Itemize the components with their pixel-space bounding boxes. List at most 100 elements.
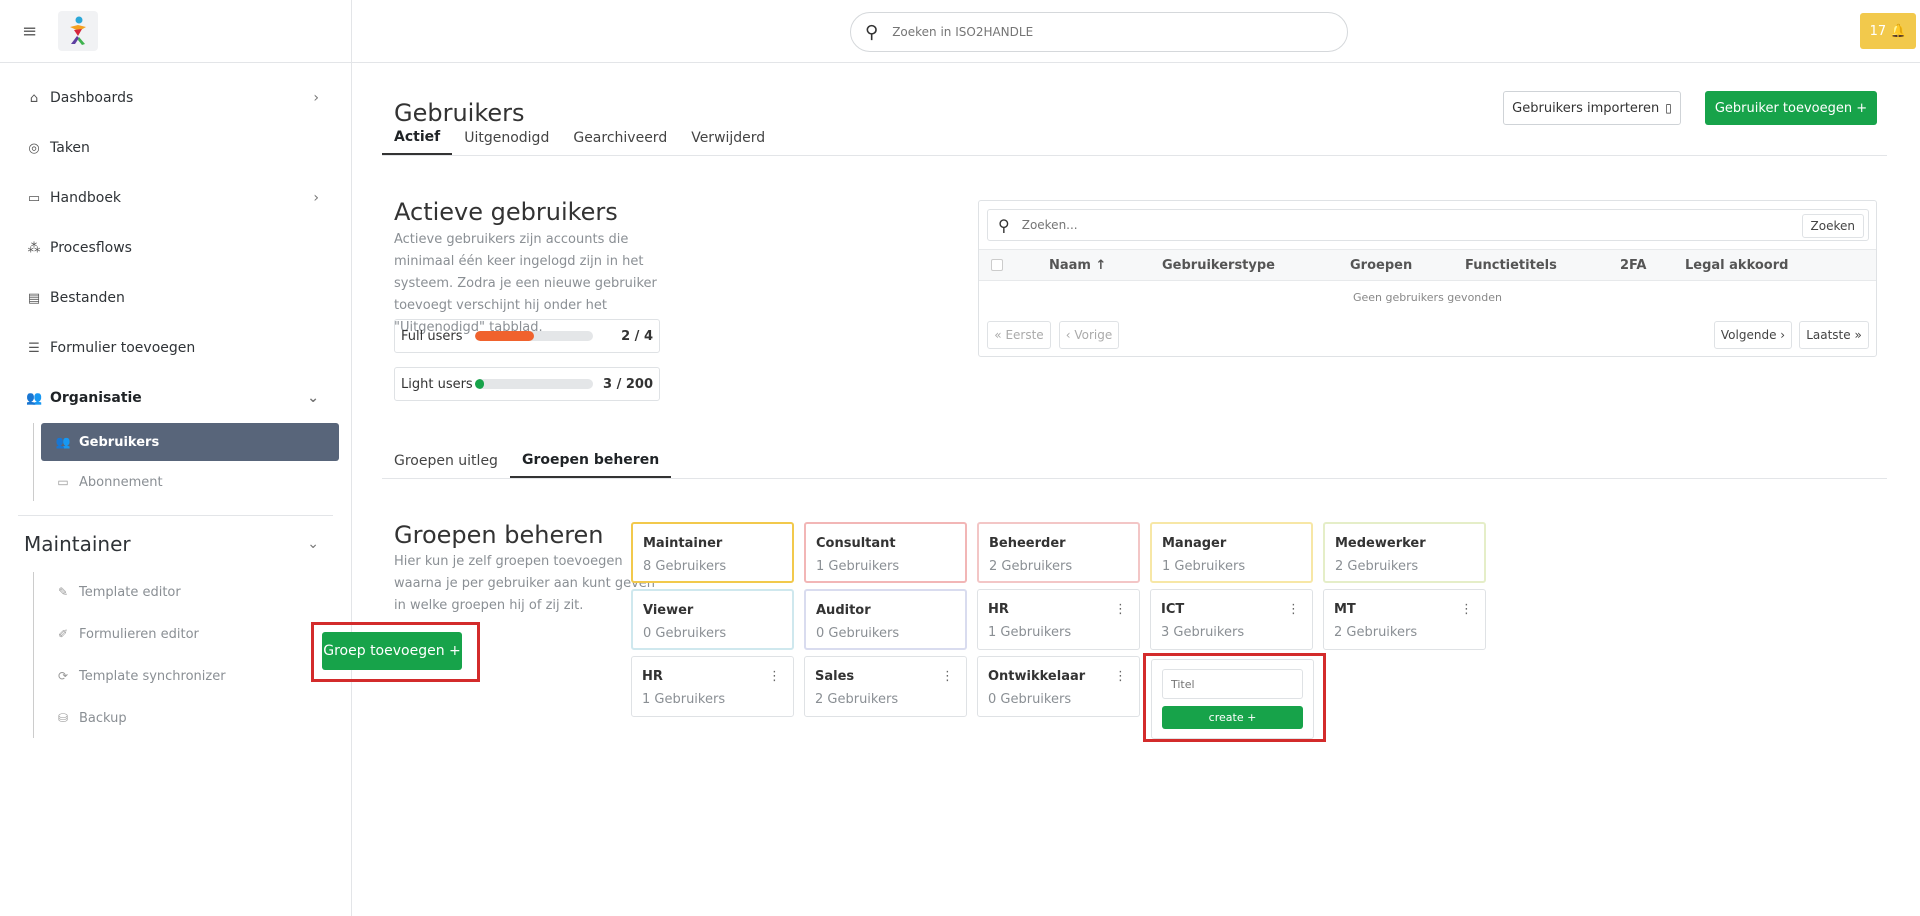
sidebar-nav: ⌂ Dashboards › ◎ Taken ▭ Handboek › ⁂ Pr… [0,63,351,738]
group-menu-icon[interactable]: ⋮ [1114,669,1127,684]
add-user-button[interactable]: Gebruiker toevoegen + [1705,91,1877,125]
group-menu-icon[interactable]: ⋮ [1460,602,1473,617]
group-card[interactable]: MT 2 Gebruikers ⋮ [1323,589,1486,650]
sidebar-section-maintainer[interactable]: Maintainer ⌄ [0,516,351,572]
group-name: Auditor [816,603,871,618]
organisatie-subnav: 👥 Gebruikers ▭ Abonnement [33,423,351,501]
group-name: HR [988,602,1009,617]
first-page-button[interactable]: « Eerste [987,321,1051,349]
tab-verwijderd[interactable]: Verwijderd [679,121,777,155]
edit-form-icon: ✐ [57,627,69,641]
sidebar-section-title: Maintainer [24,532,131,556]
column-naam[interactable]: Naam ↑ [1049,258,1106,273]
group-member-count: 1 Gebruikers [988,625,1072,640]
group-name: Viewer [643,603,694,618]
notifications-button[interactable]: 17 🔔 [1860,13,1916,49]
sidebar-item-label: Bestanden [50,290,125,306]
sidebar-item-label: Procesflows [50,240,132,256]
sidebar-item-gebruikers[interactable]: 👥 Gebruikers [41,423,339,461]
sidebar-item-formulier-toevoegen[interactable]: ☰ Formulier toevoegen [0,323,351,373]
import-users-button[interactable]: Gebruikers importeren ▯ [1503,91,1681,125]
group-card[interactable]: Sales 2 Gebruikers ⋮ [804,656,967,717]
tab-actief[interactable]: Actief [382,121,453,155]
last-page-button[interactable]: Laatste » [1799,321,1869,349]
group-card[interactable]: HR 1 Gebruikers ⋮ [977,589,1140,650]
group-card[interactable]: Manager 1 Gebruikers [1150,522,1313,583]
group-card[interactable]: Ontwikkelaar 0 Gebruikers ⋮ [977,656,1140,717]
full-users-bar [475,331,593,341]
group-menu-icon[interactable]: ⋮ [941,669,954,684]
search-icon: ⚲ [865,21,879,43]
tab-gearchiveerd[interactable]: Gearchiveerd [561,121,679,155]
group-member-count: 1 Gebruikers [816,559,900,574]
column-groepen[interactable]: Groepen [1350,258,1412,273]
sidebar-item-template-editor[interactable]: ✎ Template editor [41,572,351,612]
check-circle-icon: ◎ [28,140,40,156]
folder-icon: ▤ [27,290,41,306]
home-icon: ⌂ [29,90,39,106]
tab-groepen-beheren[interactable]: Groepen beheren [509,444,672,478]
topbar: ⚲ 17 🔔 [352,0,1920,63]
sidebar-item-formulieren-editor[interactable]: ✐ Formulieren editor [41,614,351,654]
group-name: Ontwikkelaar [988,669,1086,684]
column-functietitels[interactable]: Functietitels [1465,258,1557,273]
highlight-new-group [1143,653,1326,742]
sidebar-item-label: Taken [50,140,90,156]
users-icon: 👥 [55,435,71,449]
sidebar-item-organisatie[interactable]: 👥 Organisatie ⌄ [0,373,351,423]
group-name: Manager [1162,536,1227,551]
table-header: Naam ↑ Gebruikerstype Groepen Functietit… [979,249,1876,281]
table-search-input[interactable] [1021,218,1802,232]
sidebar-item-bestanden[interactable]: ▤ Bestanden [0,273,351,323]
group-menu-icon[interactable]: ⋮ [768,669,781,684]
chevron-right-icon: › [313,190,319,206]
sidebar-item-label: Organisatie [50,390,142,406]
group-menu-icon[interactable]: ⋮ [1114,602,1127,617]
sidebar-item-label: Formulier toevoegen [50,340,196,356]
full-users-count: 2 / 4 [621,328,653,344]
sidebar-item-handboek[interactable]: ▭ Handboek › [0,173,351,223]
sidebar-item-backup[interactable]: ⛁ Backup [41,698,351,738]
sidebar-item-template-synchronizer[interactable]: ⟳ Template synchronizer [41,656,351,696]
group-card[interactable]: Medewerker 2 Gebruikers [1323,522,1486,583]
tab-uitgenodigd[interactable]: Uitgenodigd [452,121,561,155]
global-search-input[interactable] [892,25,1293,39]
light-users-label: Light users [401,376,473,392]
group-card[interactable]: Consultant 1 Gebruikers [804,522,967,583]
group-card[interactable]: ICT 3 Gebruikers ⋮ [1150,589,1313,650]
book-icon: ▭ [27,190,41,206]
previous-page-button[interactable]: ‹ Vorige [1059,321,1119,349]
column-2fa[interactable]: 2FA [1620,258,1647,273]
sidebar-item-procesflows[interactable]: ⁂ Procesflows [0,223,351,273]
sidebar-item-dashboards[interactable]: ⌂ Dashboards › [0,73,351,123]
group-menu-icon[interactable]: ⋮ [1287,602,1300,617]
logo-figure-icon [70,16,86,45]
flow-icon: ⁂ [27,240,41,256]
app-logo[interactable] [58,11,98,51]
tab-groepen-uitleg[interactable]: Groepen uitleg [382,444,510,478]
group-card[interactable]: Viewer 0 Gebruikers [631,589,794,650]
sidebar-item-taken[interactable]: ◎ Taken [0,123,351,173]
next-page-button[interactable]: Volgende › [1714,321,1792,349]
table-search-button[interactable]: Zoeken [1801,214,1864,238]
group-name: Maintainer [643,536,723,551]
select-all-checkbox[interactable] [991,259,1003,271]
user-status-tabs: Actief Uitgenodigd Gearchiveerd Verwijde… [382,121,1887,156]
group-card[interactable]: Maintainer 8 Gebruikers [631,522,794,583]
money-icon: ▭ [57,475,69,489]
sidebar-item-label: Backup [79,710,127,726]
group-card[interactable]: Auditor 0 Gebruikers [804,589,967,650]
group-card[interactable]: Beheerder 2 Gebruikers [977,522,1140,583]
sidebar-item-abonnement[interactable]: ▭ Abonnement [41,463,351,501]
light-users-bar-fill [475,379,485,389]
column-legal-akkoord[interactable]: Legal akkoord [1685,258,1788,273]
sync-icon: ⟳ [57,669,69,683]
column-gebruikerstype[interactable]: Gebruikerstype [1162,258,1275,273]
global-search[interactable]: ⚲ [850,12,1348,52]
hamburger-menu-icon[interactable]: ≡ [22,21,42,42]
group-name: ICT [1161,602,1185,617]
sidebar: ≡ ⌂ Dashboards › ◎ Taken ▭ Handboek › ⁂ … [0,0,352,916]
sidebar-item-label: Formulieren editor [79,626,199,642]
users-table: ⚲ Zoeken Naam ↑ Gebruikerstype Groepen F… [978,200,1877,357]
group-card[interactable]: HR 1 Gebruikers ⋮ [631,656,794,717]
